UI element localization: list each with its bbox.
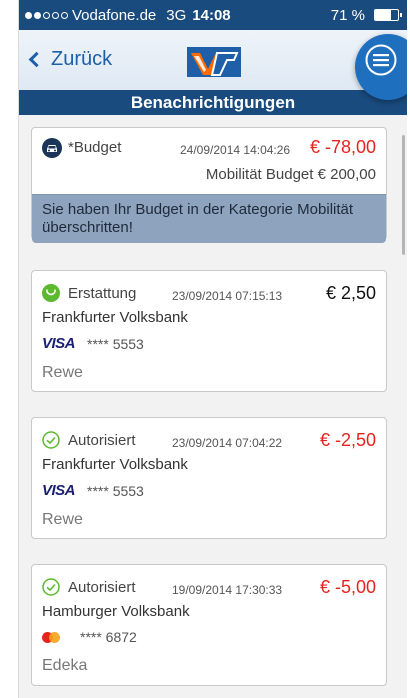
merchant-name: Rewe bbox=[42, 511, 83, 528]
scrollbar[interactable] bbox=[402, 135, 405, 255]
budget-limit: Mobilität Budget € 200,00 bbox=[205, 166, 376, 183]
notification-date: 23/09/2014 07:04:22 bbox=[172, 436, 283, 450]
back-label: Zurück bbox=[51, 48, 113, 70]
carrier-name: Vodafone.de bbox=[72, 6, 157, 24]
notification-type: Autorisiert bbox=[68, 432, 136, 449]
navigation-bar: Zurück bbox=[19, 30, 407, 100]
bank-name: Hamburger Volksbank bbox=[42, 603, 190, 620]
check-circle-icon bbox=[42, 578, 60, 596]
notification-card-budget[interactable]: *Budget 24/09/2014 14:04:26 € -78,00 Mob… bbox=[31, 127, 387, 243]
notification-amount: € 2,50 bbox=[325, 283, 376, 303]
notification-amount: € -2,50 bbox=[319, 430, 376, 450]
refund-icon bbox=[42, 284, 60, 302]
page-title: Benachrichtigungen bbox=[19, 90, 407, 115]
battery-percentage: 71 % bbox=[330, 7, 365, 24]
notification-date: 23/09/2014 07:15:13 bbox=[172, 289, 283, 303]
budget-exceeded-alert: Sie haben Ihr Budget in der Kategorie Mo… bbox=[32, 194, 386, 243]
notification-card-refund[interactable]: Erstattung 23/09/2014 07:15:13 € 2,50 Fr… bbox=[31, 270, 387, 392]
network-type: 3G bbox=[166, 6, 187, 24]
back-button[interactable]: Zurück bbox=[25, 48, 112, 71]
notification-amount: € -5,00 bbox=[319, 577, 376, 597]
notification-date: 19/09/2014 17:30:33 bbox=[172, 583, 283, 597]
car-icon bbox=[42, 138, 62, 158]
mastercard-icon bbox=[42, 631, 62, 644]
hamburger-menu-icon bbox=[365, 44, 397, 76]
card-info: **** 6872 bbox=[32, 629, 386, 645]
notification-date: 24/09/2014 14:04:26 bbox=[180, 143, 291, 157]
signal-strength-icon bbox=[25, 11, 68, 19]
notification-card-authorized[interactable]: Autorisiert 19/09/2014 17:30:33 € -5,00 … bbox=[31, 564, 387, 686]
card-number: **** 5553 bbox=[87, 482, 144, 499]
visa-icon: VISA bbox=[42, 335, 76, 352]
chevron-left-icon bbox=[28, 51, 45, 68]
visa-icon: VISA bbox=[42, 482, 76, 499]
card-info: VISA **** 5553 bbox=[32, 335, 386, 352]
card-number: **** 6872 bbox=[80, 629, 137, 645]
merchant-name: Edeka bbox=[42, 657, 88, 674]
volksbank-logo-icon bbox=[187, 47, 241, 77]
card-number: **** 5553 bbox=[87, 335, 144, 352]
notification-type: Autorisiert bbox=[68, 579, 136, 596]
check-circle-icon bbox=[42, 431, 60, 449]
notification-type: Erstattung bbox=[68, 285, 137, 302]
card-info: VISA **** 5553 bbox=[32, 482, 386, 499]
bank-name: Frankfurter Volksbank bbox=[42, 456, 188, 473]
clock: 14:08 bbox=[192, 6, 231, 24]
notification-type: *Budget bbox=[68, 139, 122, 156]
phone-screen: Vodafone.de 3G 14:08 71 % Zurück Benachr… bbox=[18, 0, 407, 698]
notification-card-authorized[interactable]: Autorisiert 23/09/2014 07:04:22 € -2,50 … bbox=[31, 417, 387, 539]
battery-icon bbox=[374, 9, 402, 21]
notification-amount: € -78,00 bbox=[309, 137, 376, 157]
merchant-name: Rewe bbox=[42, 364, 83, 381]
status-bar: Vodafone.de 3G 14:08 71 % bbox=[19, 0, 407, 30]
bank-name: Frankfurter Volksbank bbox=[42, 309, 188, 326]
